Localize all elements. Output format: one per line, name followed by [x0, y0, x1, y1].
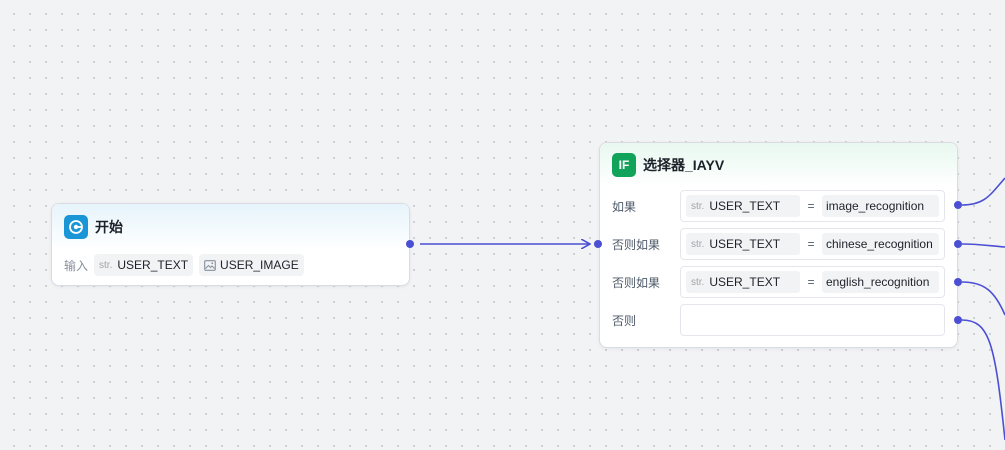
- start-node-header: 开始: [52, 204, 409, 250]
- input-var-name: USER_IMAGE: [220, 258, 299, 272]
- image-icon: [204, 259, 216, 271]
- start-output-port[interactable]: [406, 240, 414, 248]
- type-tag: str.: [691, 200, 705, 212]
- condition-operator[interactable]: =: [800, 275, 822, 289]
- condition-variable[interactable]: str. USER_TEXT: [686, 271, 800, 293]
- condition-box[interactable]: str. USER_TEXT = image_recognition: [680, 190, 945, 222]
- selector-node-header: IF 选择器_IAYV: [600, 143, 957, 187]
- variable-name: USER_TEXT: [709, 199, 781, 213]
- start-node[interactable]: 开始 输入 str. USER_TEXT USER_IMAGE: [51, 203, 410, 286]
- edge-elseif1-branch: [961, 243, 1005, 248]
- type-tag: str.: [99, 259, 113, 271]
- if-icon: IF: [612, 153, 636, 177]
- selector-node-title: 选择器_IAYV: [643, 157, 725, 173]
- condition-value[interactable]: chinese_recognition: [822, 233, 939, 255]
- condition-label: 否则: [612, 314, 637, 328]
- condition-box[interactable]: str. USER_TEXT = chinese_recognition: [680, 228, 945, 260]
- condition-box[interactable]: str. USER_TEXT = english_recognition: [680, 266, 945, 298]
- condition-label: 否则如果: [612, 276, 661, 290]
- condition-value[interactable]: english_recognition: [822, 271, 939, 293]
- elseif-1-output-port[interactable]: [954, 240, 962, 248]
- input-chip-user-text[interactable]: str. USER_TEXT: [94, 254, 194, 276]
- condition-row-else: 否则: [600, 304, 957, 336]
- condition-row-if: 如果 str. USER_TEXT = image_recognition: [600, 190, 957, 222]
- elseif-2-output-port[interactable]: [954, 278, 962, 286]
- selector-node[interactable]: IF 选择器_IAYV 如果 str. USER_TEXT = image_re…: [599, 142, 958, 348]
- type-tag: str.: [691, 276, 705, 288]
- input-label: 输入: [64, 258, 89, 273]
- condition-row-elseif-2: 否则如果 str. USER_TEXT = english_recognitio…: [600, 266, 957, 298]
- start-input-row: 输入 str. USER_TEXT USER_IMAGE: [52, 252, 409, 278]
- if-output-port[interactable]: [954, 201, 962, 209]
- condition-operator[interactable]: =: [800, 237, 822, 251]
- else-box: [680, 304, 945, 336]
- condition-variable[interactable]: str. USER_TEXT: [686, 233, 800, 255]
- else-output-port[interactable]: [954, 316, 962, 324]
- type-tag: str.: [691, 238, 705, 250]
- selector-input-port[interactable]: [594, 240, 602, 248]
- condition-variable[interactable]: str. USER_TEXT: [686, 195, 800, 217]
- variable-name: USER_TEXT: [709, 275, 781, 289]
- variable-name: USER_TEXT: [709, 237, 781, 251]
- input-var-name: USER_TEXT: [117, 258, 189, 272]
- condition-operator[interactable]: =: [800, 199, 822, 213]
- condition-label: 否则如果: [612, 238, 661, 252]
- condition-row-elseif-1: 否则如果 str. USER_TEXT = chinese_recognitio…: [600, 228, 957, 260]
- condition-value[interactable]: image_recognition: [822, 195, 939, 217]
- edge-if-branch: [961, 177, 1005, 206]
- condition-label: 如果: [612, 200, 637, 214]
- start-icon: [64, 215, 88, 239]
- edge-elseif2-branch: [961, 281, 1005, 316]
- start-node-title: 开始: [95, 219, 123, 235]
- input-chip-user-image[interactable]: USER_IMAGE: [199, 254, 304, 276]
- edge-else-branch: [961, 319, 1005, 441]
